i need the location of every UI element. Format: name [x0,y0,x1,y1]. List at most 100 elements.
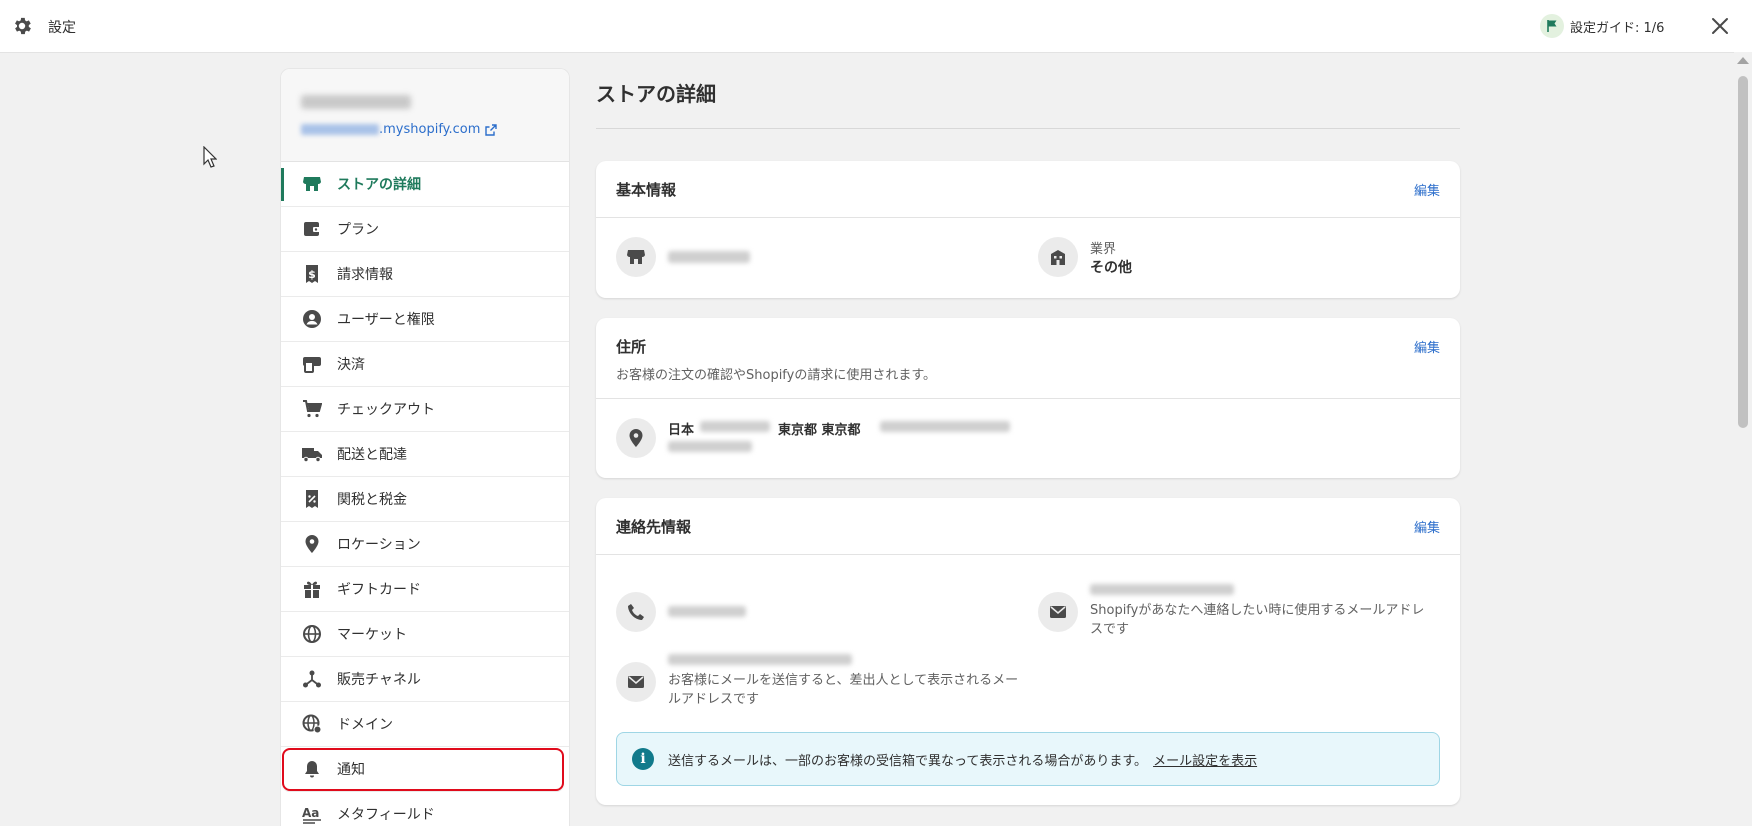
page-title: ストアの詳細 [596,82,716,106]
channels-icon [301,668,323,690]
store-icon [301,173,323,195]
wallet-icon [301,218,323,240]
sidebar-item-label: 請求情報 [337,267,393,283]
store-url-link[interactable]: .myshopify.com [301,122,498,137]
sidebar-item-label: ユーザーと権限 [337,312,435,328]
store-email-description: Shopifyがあなたへ連絡したい時に使用するメールアドレスです [1090,603,1425,637]
address-prefecture: 東京都 東京都 [778,423,861,438]
sidebar-item-shipping[interactable]: 配送と配達 [281,432,569,477]
store-icon [616,237,656,277]
card-subtitle: お客様の注文の確認やShopifyの請求に使用されます。 [616,368,937,383]
card-header: 基本情報 編集 [596,161,1460,218]
view-email-settings-link[interactable]: メール設定を表示 [1153,754,1257,769]
card-title: 連絡先情報 [616,518,692,536]
sender-email-description: お客様にメールを送信すると、差出人として表示されるメールアドレスです [668,673,1019,707]
svg-text:$: $ [308,268,316,281]
card-header: 連絡先情報 編集 [596,498,1460,555]
sidebar-item-label: 配送と配達 [337,447,407,463]
industry-label: 業界 [1090,242,1117,257]
basic-info-card: 基本情報 編集 業界 その他 [596,161,1460,298]
sidebar-item-gift-cards[interactable]: ギフトカード [281,567,569,612]
flag-icon [1540,14,1564,38]
sidebar-item-payments[interactable]: 決済 [281,342,569,387]
address-country: 日本 [668,423,695,438]
sidebar-item-label: 販売チャネル [337,672,421,688]
title-divider [596,128,1460,129]
info-icon: i [632,748,654,770]
store-name-blurred [301,95,411,109]
top-bar: 設定 設定ガイド: 1/6 [0,0,1752,53]
sidebar-item-notifications[interactable]: 通知 [281,747,565,792]
store-name-blurred [668,251,750,263]
card-title: 基本情報 [616,181,677,199]
settings-title: 設定 [48,20,76,36]
store-email-blurred [1090,584,1234,595]
email-icon [616,662,656,702]
location-icon [616,418,656,458]
sidebar-item-label: メタフィールド [337,807,435,823]
store-url-blurred [301,124,379,135]
sidebar-item-locations[interactable]: ロケーション [281,522,569,567]
setup-guide-label: 設定ガイド: 1/6 [1570,20,1665,36]
card-title: 住所 [616,338,647,356]
industry-icon [1038,237,1078,277]
phone-blurred [668,606,746,617]
sidebar-item-plan[interactable]: プラン [281,207,569,252]
sidebar-item-taxes[interactable]: 関税と税金 [281,477,569,522]
globe-icon [301,623,323,645]
close-icon[interactable] [1708,14,1732,38]
sidebar-item-users[interactable]: ユーザーと権限 [281,297,569,342]
cart-icon [301,398,323,420]
truck-icon [301,443,323,465]
card-header: 住所 お客様の注文の確認やShopifyの請求に使用されます。 編集 [596,318,1460,399]
store-header: .myshopify.com [281,69,569,162]
settings-sidebar: .myshopify.com ストアの詳細 プラン $ 請求情報 ユーザーと権限… [280,68,570,826]
phone-icon [616,592,656,632]
sidebar-item-label: 決済 [337,357,365,373]
edit-basic-info-link[interactable]: 編集 [1414,180,1440,199]
sidebar-item-label: 関税と税金 [337,492,407,508]
edit-contact-link[interactable]: 編集 [1414,517,1440,536]
sidebar-item-label: マーケット [337,627,407,643]
sidebar-item-store-details[interactable]: ストアの詳細 [281,162,569,207]
metafield-icon: Aa [301,803,323,825]
contact-info-card: 連絡先情報 編集 Shopifyがあなたへ連絡したい時に使用するメールアドレスで… [596,498,1460,805]
email-info-banner: i 送信するメールは、一部のお客様の受信箱で異なって表示される場合があります。メ… [616,732,1440,786]
banner-text: 送信するメールは、一部のお客様の受信箱で異なって表示される場合があります。 [668,754,1148,769]
scrollbar-thumb[interactable] [1738,76,1748,428]
address-card: 住所 お客様の注文の確認やShopifyの請求に使用されます。 編集 日本 東京… [596,318,1460,478]
building-blurred [668,441,752,452]
sidebar-item-metafields[interactable]: Aa メタフィールド [281,792,569,826]
sidebar-item-label: 通知 [337,762,365,778]
industry-value: その他 [1090,260,1132,276]
user-icon [301,308,323,330]
payment-icon [301,353,323,375]
sender-email-blurred [668,654,852,665]
external-link-icon [485,123,498,136]
bell-icon [301,758,323,780]
edit-address-link[interactable]: 編集 [1414,337,1440,356]
mouse-cursor-icon [203,146,217,168]
sidebar-item-label: プラン [337,222,379,238]
tax-icon [301,488,323,510]
setup-guide-button[interactable]: 設定ガイド: 1/6 [1540,14,1664,38]
svg-text:Aa: Aa [302,806,319,820]
gear-icon [15,17,31,35]
banner-text-wrap: 送信するメールは、一部のお客様の受信箱で異なって表示される場合があります。 メール… [668,750,1257,769]
street-blurred [880,421,1010,432]
sidebar-item-label: ギフトカード [337,582,421,598]
sidebar-item-label: ドメイン [337,717,393,733]
location-icon [301,533,323,555]
scroll-up-arrow[interactable] [1737,57,1749,64]
sidebar-item-markets[interactable]: マーケット [281,612,569,657]
gift-icon [301,578,323,600]
store-url-suffix: .myshopify.com [379,122,481,137]
sidebar-item-domains[interactable]: ドメイン [281,702,569,747]
sidebar-item-label: チェックアウト [337,402,435,418]
postal-code-blurred [700,421,770,432]
domain-icon [301,713,323,735]
sidebar-item-sales-channels[interactable]: 販売チャネル [281,657,569,702]
sidebar-item-checkout[interactable]: チェックアウト [281,387,569,432]
sidebar-item-label: ストアの詳細 [337,177,421,193]
sidebar-item-billing[interactable]: $ 請求情報 [281,252,569,297]
